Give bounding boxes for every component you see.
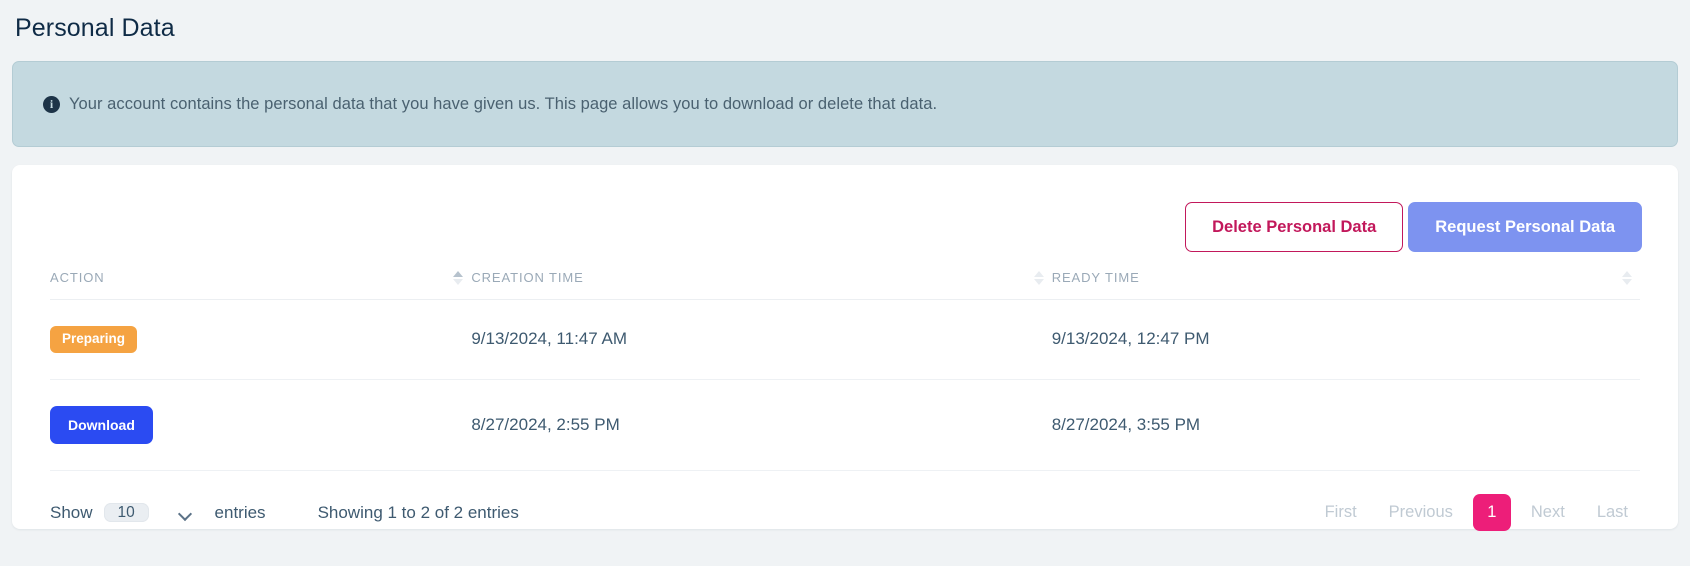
sort-icon-action[interactable] bbox=[453, 271, 463, 285]
show-label: Show bbox=[50, 503, 93, 523]
download-button[interactable]: Download bbox=[50, 406, 153, 444]
sort-icon-creation-time[interactable] bbox=[1034, 271, 1044, 285]
personal-data-table: ACTION CREATION TIME bbox=[50, 270, 1640, 471]
cell-creation-time: 9/13/2024, 11:47 AM bbox=[471, 300, 1051, 380]
cell-action: Download bbox=[50, 379, 471, 470]
table-row: Download 8/27/2024, 2:55 PM 8/27/2024, 3… bbox=[50, 379, 1640, 470]
request-personal-data-button[interactable]: Request Personal Data bbox=[1408, 202, 1642, 252]
sort-ascending-icon bbox=[453, 271, 463, 277]
cell-action: Preparing bbox=[50, 300, 471, 380]
sort-icon-ready-time[interactable] bbox=[1622, 271, 1632, 285]
table-footer: Show 10 entries Showing 1 to 2 of 2 entr… bbox=[12, 471, 1678, 533]
pagination-page-1[interactable]: 1 bbox=[1473, 494, 1511, 531]
sort-descending-icon bbox=[453, 279, 463, 285]
table-header-row: ACTION CREATION TIME bbox=[50, 270, 1640, 300]
table-head: ACTION CREATION TIME bbox=[50, 270, 1640, 300]
cell-ready-time: 9/13/2024, 12:47 PM bbox=[1052, 300, 1640, 380]
sort-ascending-icon bbox=[1622, 271, 1632, 277]
pagination: First Previous 1 Next Last bbox=[1313, 494, 1640, 531]
column-header-action-label: ACTION bbox=[50, 270, 105, 285]
table-body: Preparing 9/13/2024, 11:47 AM 9/13/2024,… bbox=[50, 300, 1640, 471]
chevron-down-icon bbox=[177, 506, 191, 520]
card-toolbar: Delete Personal Data Request Personal Da… bbox=[12, 165, 1678, 252]
column-header-ready-time-label: READY TIME bbox=[1052, 270, 1140, 285]
page-length-select[interactable]: 10 bbox=[104, 503, 149, 522]
delete-personal-data-button[interactable]: Delete Personal Data bbox=[1185, 202, 1403, 252]
alert-content: i Your account contains the personal dat… bbox=[43, 95, 937, 114]
column-header-creation-time[interactable]: CREATION TIME bbox=[471, 270, 1051, 300]
personal-data-page: Personal Data i Your account contains th… bbox=[0, 0, 1690, 566]
sort-descending-icon bbox=[1034, 279, 1044, 285]
column-header-action[interactable]: ACTION bbox=[50, 270, 471, 300]
info-circle-icon: i bbox=[43, 96, 60, 113]
status-badge-preparing: Preparing bbox=[50, 326, 137, 353]
column-header-ready-time[interactable]: READY TIME bbox=[1052, 270, 1640, 300]
pagination-previous[interactable]: Previous bbox=[1377, 495, 1465, 530]
cell-ready-time: 8/27/2024, 3:55 PM bbox=[1052, 379, 1640, 470]
showing-entries-info: Showing 1 to 2 of 2 entries bbox=[318, 503, 519, 523]
column-header-creation-time-label: CREATION TIME bbox=[471, 270, 583, 285]
cell-creation-time: 8/27/2024, 2:55 PM bbox=[471, 379, 1051, 470]
page-title: Personal Data bbox=[15, 14, 1678, 43]
page-length-control: Show 10 entries bbox=[50, 493, 266, 533]
personal-data-card: Delete Personal Data Request Personal Da… bbox=[12, 165, 1678, 529]
alert-message: Your account contains the personal data … bbox=[69, 95, 937, 114]
pagination-next[interactable]: Next bbox=[1519, 495, 1577, 530]
sort-descending-icon bbox=[1622, 279, 1632, 285]
page-length-select-wrap[interactable]: 10 bbox=[104, 493, 204, 533]
info-alert: i Your account contains the personal dat… bbox=[12, 61, 1678, 147]
pagination-last[interactable]: Last bbox=[1585, 495, 1640, 530]
sort-ascending-icon bbox=[1034, 271, 1044, 277]
pagination-first[interactable]: First bbox=[1313, 495, 1369, 530]
entries-label: entries bbox=[215, 503, 266, 523]
table-row: Preparing 9/13/2024, 11:47 AM 9/13/2024,… bbox=[50, 300, 1640, 380]
